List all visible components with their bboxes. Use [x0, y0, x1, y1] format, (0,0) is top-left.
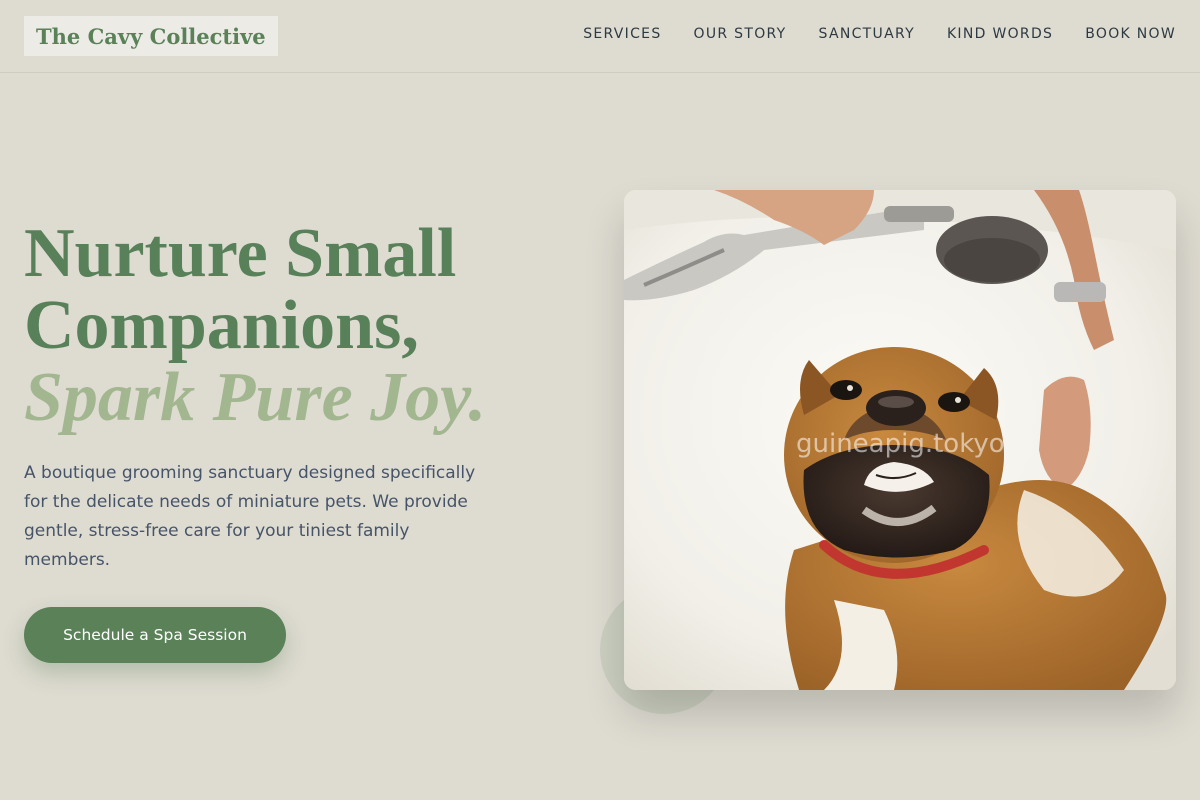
hero-description: A boutique grooming sanctuary designed s… [24, 463, 476, 570]
main-nav: SERVICES OUR STORY SANCTUARY KIND WORDS … [583, 26, 1176, 42]
hero-title-line-2: Companions, [24, 287, 419, 364]
nav-link-book-now[interactable]: BOOK NOW [1085, 26, 1176, 42]
nav-link-services[interactable]: SERVICES [583, 26, 661, 42]
image-watermark: guineapig.tokyo [796, 429, 1005, 459]
site-header: The Cavy Collective SERVICES OUR STORY S… [0, 0, 1200, 73]
hero-title-accent: Spark Pure Joy. [24, 359, 487, 436]
nav-link-our-story[interactable]: OUR STORY [694, 26, 787, 42]
dog-bath-illustration: guineapig.tokyo [624, 190, 1176, 690]
hero-title-line-1: Nurture Small [24, 215, 457, 292]
nav-link-kind-words[interactable]: KIND WORDS [947, 26, 1053, 42]
schedule-spa-session-button[interactable]: Schedule a Spa Session [24, 607, 286, 663]
nav-link-sanctuary[interactable]: SANCTUARY [819, 26, 915, 42]
hero-title: Nurture Small Companions, Spark Pure Joy… [24, 218, 486, 434]
hero-photo-dog-bath: guineapig.tokyo [624, 190, 1176, 690]
brand-logo[interactable]: The Cavy Collective [24, 16, 278, 56]
